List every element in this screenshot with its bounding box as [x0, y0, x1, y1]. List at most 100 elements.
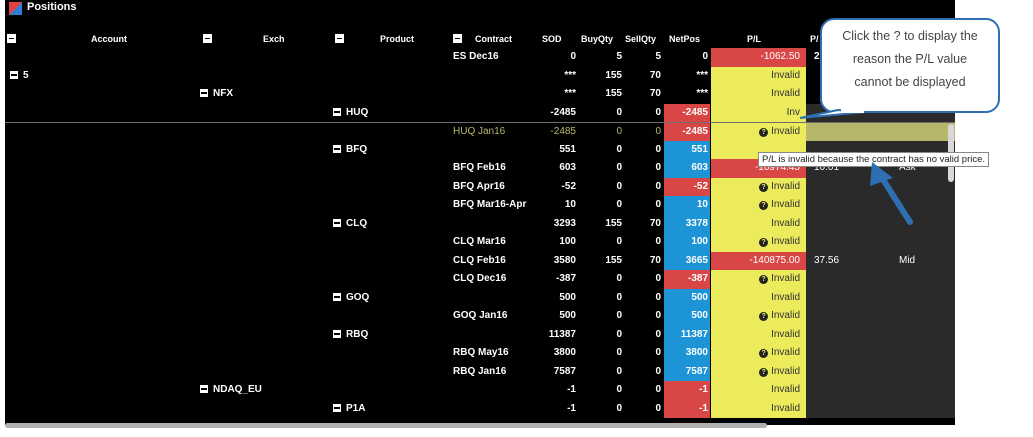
- pl-cell[interactable]: ? Invalid: [711, 233, 806, 252]
- sod-cell: ***: [564, 88, 576, 99]
- tree-node[interactable]: BFQ: [333, 141, 367, 160]
- question-icon[interactable]: ?: [759, 128, 769, 137]
- horizontal-scrollbar[interactable]: [5, 423, 767, 428]
- table-row[interactable]: CLQ Feb16 3580 155 70 3665 -140875.00 37.56 Mid: [5, 251, 955, 270]
- col-contract[interactable]: Contract: [475, 30, 512, 48]
- pl-cell[interactable]: ? Invalid: [711, 270, 806, 289]
- netpos-cell: 3378: [664, 214, 710, 233]
- pl-value: Invalid: [771, 236, 800, 247]
- sellqty-cell: 0: [655, 199, 661, 210]
- sellqty-cell: 70: [649, 88, 661, 99]
- col-exch[interactable]: Exch: [263, 30, 285, 48]
- table-row[interactable]: P1A -1 0 0 -1 Invalid: [5, 399, 955, 419]
- pl-invalid-tooltip: P/L is invalid because the contract has …: [758, 152, 990, 167]
- table-row[interactable]: RBQ Jan16 7587 0 0 7587? Invalid: [5, 362, 955, 381]
- table-row[interactable]: BFQ Mar16-Apr 10 0 0 10? Invalid: [5, 196, 955, 215]
- table-row[interactable]: GOQ 500 0 0 500 Invalid: [5, 288, 955, 308]
- buyqty-cell: 0: [616, 143, 622, 155]
- question-icon[interactable]: ?: [759, 238, 769, 247]
- netpos-cell: -1: [664, 399, 710, 418]
- pl-value: Invalid: [771, 328, 800, 340]
- tree-node[interactable]: HUQ: [333, 104, 368, 123]
- tree-node-label: RBQ: [346, 328, 369, 340]
- collapse-all-icon[interactable]: [7, 34, 16, 43]
- sellqty-cell: 70: [649, 69, 661, 81]
- col-pl[interactable]: P/L: [747, 30, 761, 48]
- tree-node[interactable]: NDAQ_EU: [200, 381, 262, 400]
- question-icon[interactable]: ?: [759, 182, 769, 192]
- pl-cell[interactable]: ? Invalid: [711, 177, 806, 196]
- table-row[interactable]: HUQ Jan16 -2485 0 0 -2485? Invalid: [5, 122, 955, 142]
- tree-node[interactable]: RBQ: [333, 326, 368, 345]
- col-buyqty[interactable]: BuyQty: [581, 30, 613, 48]
- question-icon[interactable]: ?: [759, 349, 769, 358]
- question-icon[interactable]: ?: [759, 367, 769, 377]
- tree-node-label: P1A: [346, 402, 366, 414]
- collapse-icon[interactable]: [333, 329, 341, 338]
- price-cell: [806, 123, 881, 142]
- table-row[interactable]: 5 *** 155 70 *** Invalid: [5, 66, 955, 86]
- col-sellqty[interactable]: SellQty: [625, 30, 656, 48]
- collapse-icon[interactable]: [333, 144, 341, 153]
- sod-cell: 0: [570, 51, 576, 62]
- table-row[interactable]: GOQ Jan16 500 0 0 500? Invalid: [5, 307, 955, 326]
- sod-cell: ***: [564, 69, 576, 81]
- table-row[interactable]: RBQ 11387 0 0 11387 Invalid: [5, 325, 955, 345]
- collapse-account-icon[interactable]: [203, 34, 212, 43]
- question-icon[interactable]: ?: [759, 275, 769, 284]
- table-row[interactable]: CLQ Mar16 100 0 0 100? Invalid: [5, 233, 955, 252]
- buyqty-cell: 0: [616, 384, 622, 395]
- buyqty-cell: 0: [616, 273, 622, 284]
- col-account[interactable]: Account: [91, 30, 127, 48]
- table-row[interactable]: NDAQ_EU -1 0 0 -1 Invalid: [5, 381, 955, 400]
- sod-cell: 100: [559, 236, 576, 247]
- tree-node-label: NFX: [213, 88, 233, 99]
- collapse-icon[interactable]: [333, 218, 341, 227]
- collapse-icon[interactable]: [333, 403, 341, 412]
- question-icon[interactable]: ?: [759, 201, 769, 210]
- pl-cell[interactable]: ? Invalid: [711, 196, 806, 215]
- help-callout: Click the ? to display the reason the P/…: [820, 18, 1000, 113]
- price-cell: [806, 381, 881, 400]
- tree-node[interactable]: GOQ: [333, 289, 369, 308]
- tree-node[interactable]: NFX: [200, 85, 233, 104]
- tree-node[interactable]: P1A: [333, 400, 365, 419]
- table-row[interactable]: CLQ Dec16 -387 0 0 -387? Invalid: [5, 270, 955, 289]
- table-row[interactable]: CLQ 3293 155 70 3378 Invalid: [5, 214, 955, 234]
- table-row[interactable]: NFX *** 155 70 *** Invalid: [5, 85, 955, 104]
- buyqty-cell: 0: [616, 199, 622, 210]
- collapse-icon[interactable]: [10, 70, 18, 79]
- col-product[interactable]: Product: [380, 30, 414, 48]
- col-pl-extra[interactable]: P/: [810, 30, 819, 48]
- question-icon[interactable]: ?: [759, 312, 769, 321]
- table-row[interactable]: ES Dec16 0 5 5 0 -1062.50 2: [5, 48, 955, 67]
- buyqty-cell: 0: [616, 291, 622, 303]
- col-netpos[interactable]: NetPos: [669, 30, 700, 48]
- collapse-product-icon[interactable]: [453, 34, 462, 43]
- table-row[interactable]: RBQ May16 3800 0 0 3800? Invalid: [5, 344, 955, 363]
- collapse-icon[interactable]: [200, 385, 208, 393]
- buyqty-cell: 0: [616, 310, 622, 321]
- pl-cell[interactable]: ? Invalid: [711, 344, 806, 363]
- table-row[interactable]: HUQ -2485 0 0 -2485 Inv: [5, 103, 955, 123]
- collapse-icon[interactable]: [333, 292, 341, 301]
- price-type-cell: [881, 233, 955, 252]
- sellqty-cell: 0: [655, 126, 661, 137]
- col-sod[interactable]: SOD: [542, 30, 562, 48]
- pl-cell[interactable]: ? Invalid: [711, 362, 806, 381]
- tree-node-label: NDAQ_EU: [213, 384, 262, 395]
- collapse-exch-icon[interactable]: [335, 34, 344, 43]
- price-type-cell: [881, 214, 955, 233]
- pl-value: Invalid: [771, 126, 800, 137]
- tree-node[interactable]: 5: [10, 67, 29, 86]
- pl-cell[interactable]: ? Invalid: [711, 123, 806, 142]
- price-cell: [806, 270, 881, 289]
- tree-node-label: GOQ: [346, 291, 370, 303]
- buyqty-cell: 0: [616, 365, 622, 377]
- pl-cell[interactable]: ? Invalid: [711, 307, 806, 326]
- pl-cell: Invalid: [711, 85, 806, 104]
- collapse-icon[interactable]: [333, 107, 341, 116]
- table-row[interactable]: BFQ Apr16 -52 0 0 -52? Invalid: [5, 177, 955, 196]
- tree-node[interactable]: CLQ: [333, 215, 367, 234]
- collapse-icon[interactable]: [200, 89, 208, 97]
